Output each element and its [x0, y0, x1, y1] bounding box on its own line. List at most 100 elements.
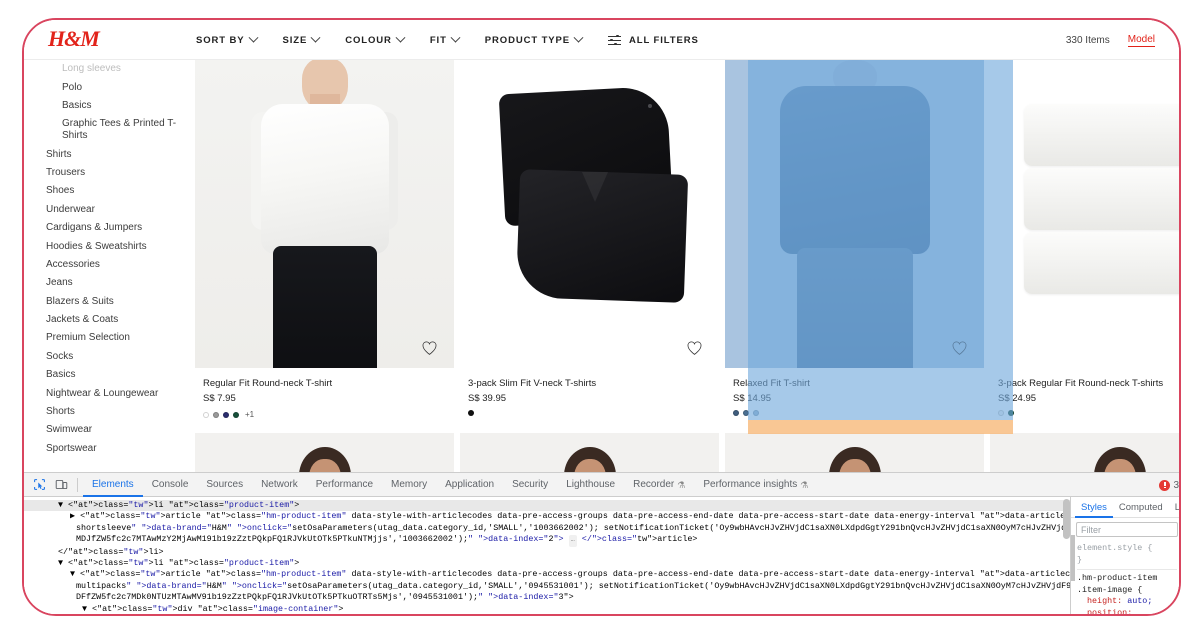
sidebar-item-nightwear-loungewear[interactable]: Nightwear & Loungewear [46, 384, 192, 402]
colour-swatch[interactable] [743, 410, 749, 416]
dom-tree-line[interactable]: ▼ <"at">class="tw">div "at">class="image… [24, 604, 1070, 614]
devtools-toolbar: Elements Console Sources Network Performance… [24, 473, 1179, 497]
product-name[interactable]: 3-pack Slim Fit V-neck T-shirts [468, 377, 711, 390]
dom-tree-pane[interactable]: ▼ <"at">class="tw">li "at">class="produc… [24, 497, 1070, 614]
devtools-tab-sources[interactable]: Sources [197, 473, 252, 497]
colour-swatch[interactable] [203, 411, 209, 418]
colour-swatch[interactable] [468, 410, 474, 416]
product-name[interactable]: 3-pack Regular Fit Round-neck T-shirts [998, 377, 1179, 390]
sidebar-item-swimwear[interactable]: Swimwear [46, 421, 192, 439]
product-image[interactable] [460, 60, 719, 368]
dom-tree-line[interactable]: ▶ <"at">class="tw">article "at">class="h… [24, 511, 1070, 522]
sidebar-item-shirts[interactable]: Shirts [46, 146, 192, 164]
toolbar-divider [77, 477, 78, 492]
colour-swatches[interactable] [468, 410, 711, 416]
devtools-tab-performance[interactable]: Performance [307, 473, 382, 497]
sidebar-item-long-sleeves[interactable]: Long sleeves [46, 60, 192, 78]
nav-all-filters[interactable]: ALL FILTERS [608, 34, 699, 46]
devtools-tab-label: Performance insights [703, 478, 798, 490]
sidebar-item-shoes[interactable]: Shoes [46, 182, 192, 200]
devtools-tab-console[interactable]: Console [143, 473, 198, 497]
sidebar-item-underwear[interactable]: Underwear [46, 201, 192, 219]
sidebar-item-basics[interactable]: Basics [46, 366, 192, 384]
devtools-tab-memory[interactable]: Memory [382, 473, 436, 497]
styles-scrollbar[interactable] [1071, 535, 1075, 581]
colour-swatch[interactable] [998, 410, 1004, 416]
devtools-tab-security[interactable]: Security [503, 473, 557, 497]
colour-swatches[interactable]: +1 [203, 410, 446, 419]
hm-logo[interactable]: H&M [48, 26, 100, 52]
sidebar-item-jackets-coats[interactable]: Jackets & Coats [46, 311, 192, 329]
sidebar-item-blazers-suits[interactable]: Blazers & Suits [46, 293, 192, 311]
device-toolbar-icon[interactable] [50, 475, 72, 495]
nav-fit[interactable]: FIT [430, 32, 461, 46]
dom-tree-line[interactable]: </"at">class="tw">li> [24, 547, 1070, 558]
product-info: Regular Fit Round-neck T-shirt S$ 7.95 +… [195, 368, 454, 419]
nav-size[interactable]: SIZE [283, 32, 321, 46]
favourite-heart-icon[interactable] [421, 340, 438, 356]
devtools-tab-network[interactable]: Network [252, 473, 307, 497]
product-name[interactable]: Regular Fit Round-neck T-shirt [203, 377, 446, 390]
sidebar-item-socks[interactable]: Socks [46, 348, 192, 366]
devtools-tab-performance-insights[interactable]: Performance insights ⚗ [694, 473, 817, 497]
error-count: 3 [1173, 479, 1179, 491]
colour-swatch[interactable] [213, 411, 219, 418]
inspect-element-icon[interactable] [28, 475, 50, 495]
dom-tree-line[interactable]: ▼ <"at">class="tw">li "at">class="produc… [24, 500, 1070, 512]
colour-swatch[interactable] [1008, 410, 1014, 416]
dom-tree-line[interactable]: ▼ <"at">class="tw">li "at">class="produc… [24, 558, 1070, 569]
favourite-heart-icon[interactable] [686, 340, 703, 356]
colour-swatch[interactable] [733, 410, 739, 416]
css-declaration[interactable]: position: relative; [1077, 608, 1177, 614]
colour-swatch[interactable] [753, 410, 759, 416]
colour-swatch-more[interactable]: +1 [245, 410, 254, 419]
colour-swatch[interactable] [223, 411, 229, 418]
product-image[interactable] [990, 60, 1179, 368]
nav-sort-by[interactable]: SORT BY [196, 32, 258, 46]
error-count-badge[interactable]: 3 [1159, 479, 1179, 491]
devtools-tab-recorder[interactable]: Recorder ⚗ [624, 473, 694, 497]
sidebar-item-polo[interactable]: Polo [46, 78, 192, 96]
nav-colour[interactable]: COLOUR [345, 32, 406, 46]
dom-tree-line[interactable]: ▼ <"at">class="tw">article "at">class="h… [24, 569, 1070, 580]
chevron-down-icon [310, 32, 321, 43]
nav-product-type[interactable]: PRODUCT TYPE [485, 32, 584, 46]
styles-tab-lay[interactable]: Lay [1169, 497, 1179, 518]
styles-tab-computed[interactable]: Computed [1113, 497, 1169, 518]
css-rule-inline-style[interactable]: element.style { [1077, 543, 1177, 555]
sidebar-item-sportswear[interactable]: Sportswear [46, 440, 192, 458]
devtools-tab-elements[interactable]: Elements [83, 473, 143, 497]
devtools-tab-application[interactable]: Application [436, 473, 503, 497]
product-name[interactable]: Relaxed Fit T-shirt [733, 377, 976, 390]
sidebar-item-cardigans-jumpers[interactable]: Cardigans & Jumpers [46, 219, 192, 237]
dom-tree-line[interactable]: multipacks" ">data-brand="H&M" ">onclick… [24, 581, 1070, 592]
devtools-toolbar-right: 3 [1159, 473, 1179, 497]
colour-swatches[interactable] [998, 410, 1179, 416]
sidebar-item-accessories[interactable]: Accessories [46, 256, 192, 274]
favourite-heart-icon[interactable] [951, 340, 968, 356]
product-image[interactable] [195, 60, 454, 368]
sidebar-item-shorts[interactable]: Shorts [46, 403, 192, 421]
product-image[interactable] [725, 60, 984, 368]
model-toggle-link[interactable]: Model [1127, 34, 1155, 47]
colour-swatch[interactable] [233, 411, 239, 418]
css-selector[interactable]: .hm-product-item [1077, 573, 1177, 585]
sidebar-item-basics[interactable]: Basics [46, 97, 192, 115]
colour-swatches[interactable] [733, 410, 976, 416]
css-rule-inline-style[interactable]: } [1077, 555, 1177, 567]
dom-scrollbar[interactable] [1063, 499, 1070, 539]
styles-tab-styles[interactable]: Styles [1075, 497, 1113, 518]
sidebar-item-jeans[interactable]: Jeans [46, 274, 192, 292]
sidebar-item-premium-selection[interactable]: Premium Selection [46, 329, 192, 347]
sidebar-item-graphic-tees-printed-t-shirts[interactable]: Graphic Tees & Printed T-Shirts [46, 115, 192, 145]
css-selector[interactable]: .item-image { [1077, 585, 1177, 597]
sidebar-item-trousers[interactable]: Trousers [46, 164, 192, 182]
dom-tree-line[interactable]: DFfZW5fc2c7MDk0NTUzMTAwMV91b19zZztPQkpFQ… [24, 592, 1070, 603]
styles-filter-input[interactable]: Filter [1076, 522, 1178, 537]
dom-tree-line[interactable]: MDJfZW5fc2c7MTAwMzY2MjAwM191b19zZztPQkpF… [24, 534, 1070, 547]
sidebar-item-hoodies-sweatshirts[interactable]: Hoodies & Sweatshirts [46, 237, 192, 255]
dom-tree-line[interactable]: shortsleeve" ">data-brand="H&M" ">onclic… [24, 523, 1070, 534]
devtools-tab-lighthouse[interactable]: Lighthouse [557, 473, 624, 497]
css-declaration[interactable]: height: auto; [1077, 596, 1177, 608]
browser-page: H&M SORT BY SIZE COLOUR FIT PRODUCT TYPE… [24, 20, 1179, 614]
